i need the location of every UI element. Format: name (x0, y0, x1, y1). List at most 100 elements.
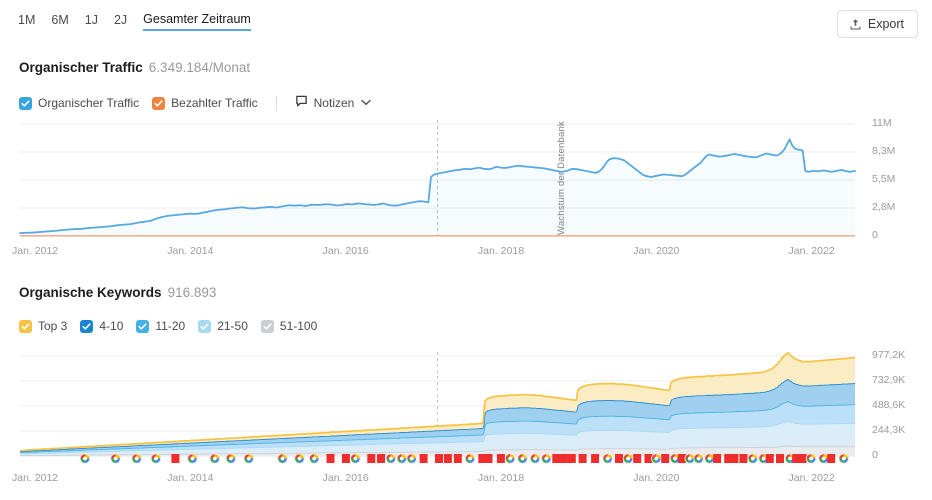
traffic-ytick-1: 2,8M (872, 201, 896, 213)
keywords-xtick-5: Jan. 2022 (788, 472, 835, 484)
traffic-ytick-2: 5,5M (872, 173, 896, 185)
organic-keywords-value: 916.893 (167, 285, 217, 300)
legend-divider (275, 95, 277, 111)
keywords-legend-item-0[interactable]: Top 3 (19, 319, 67, 333)
red-square-marker (419, 454, 428, 463)
red-square-marker (713, 454, 722, 463)
google-update-marker-track[interactable] (0, 450, 862, 468)
red-square-marker (435, 454, 443, 463)
keywords-legend-label: 4-10 (99, 319, 124, 333)
checkbox-icon[interactable] (198, 319, 212, 333)
chevron-down-icon[interactable] (361, 98, 372, 108)
google-update-marker (131, 453, 142, 464)
notes-label: Notizen (313, 96, 355, 110)
keywords-ytick-2: 488,6K (872, 399, 906, 411)
traffic-legend-item-0[interactable]: Organischer Traffic (19, 96, 139, 110)
google-update-marker (294, 453, 305, 464)
note-flag-icon (295, 95, 308, 111)
red-square-marker (776, 454, 784, 463)
red-square-marker (661, 454, 670, 463)
google-update-marker (602, 453, 613, 464)
range-tab-6m[interactable]: 6M (51, 13, 68, 30)
keywords-legend-label: 21-50 (217, 319, 248, 333)
traffic-ytick-4: 11M (872, 117, 892, 129)
range-tab-2j[interactable]: 2J (114, 13, 127, 30)
checkbox-icon[interactable] (19, 96, 32, 110)
red-square-marker (326, 454, 335, 463)
keywords-xtick-0: Jan. 2012 (12, 472, 59, 484)
red-square-marker (739, 454, 748, 463)
organic-traffic-heading: Organischer Traffic 6.349.184/Monat (19, 60, 250, 75)
checkbox-icon[interactable] (152, 96, 166, 110)
google-update-marker (396, 453, 408, 464)
upload-icon (849, 18, 862, 31)
traffic-xtick-3: Jan. 2018 (477, 245, 525, 257)
google-update-marker (225, 453, 237, 464)
organic-keywords-heading: Organische Keywords 916.893 (19, 285, 216, 300)
red-square-marker (730, 454, 739, 463)
red-square-marker (591, 454, 600, 463)
organic-traffic-value: 6.349.184/Monat (148, 60, 251, 75)
range-tab-gesamter-zeitraum[interactable]: Gesamter Zeitraum (143, 12, 251, 31)
checkbox-icon[interactable] (136, 319, 150, 333)
organic-keywords-chart[interactable] (0, 352, 862, 462)
google-update-marker (150, 453, 162, 464)
range-tab-1m[interactable]: 1M (18, 13, 35, 30)
google-update-marker (517, 453, 528, 464)
database-growth-annotation: Wachstum der Datenbank (556, 121, 567, 235)
keywords-ytick-4: 977,2K (872, 349, 906, 361)
google-update-marker (504, 453, 516, 464)
export-label: Export (867, 17, 904, 31)
google-update-marker (79, 453, 91, 464)
seo-overview-page: 1M 6M 1J 2J Gesamter Zeitraum Export Organis… (0, 0, 932, 500)
red-square-marker (798, 454, 807, 463)
traffic-legend-item-1[interactable]: Bezahlter Traffic (152, 96, 258, 110)
traffic-xtick-5: Jan. 2022 (788, 245, 835, 257)
traffic-legend-label: Organischer Traffic (38, 96, 140, 110)
red-square-marker (633, 454, 642, 463)
google-update-marker (277, 453, 288, 464)
google-update-marker (243, 453, 255, 464)
google-update-marker (805, 453, 817, 464)
keywords-legend-item-3[interactable]: 21-50 (198, 319, 248, 333)
red-square-marker (484, 454, 493, 463)
google-update-marker (650, 453, 662, 464)
traffic-legend: Organischer Traffic Bezahlter Traffic Noti… (19, 95, 372, 111)
range-tab-1j[interactable]: 1J (85, 13, 98, 30)
keywords-legend-item-4[interactable]: 51-100 (260, 319, 317, 333)
notes-dropdown[interactable]: Notizen (295, 95, 372, 111)
red-square-marker (765, 454, 774, 463)
traffic-xtick-1: Jan. 2014 (167, 245, 214, 257)
google-update-marker (838, 453, 850, 464)
google-update-marker (350, 453, 361, 464)
google-update-marker (747, 453, 759, 464)
google-update-marker (540, 453, 552, 464)
update-markers[interactable] (0, 450, 862, 468)
red-square-marker (377, 454, 385, 463)
organic-traffic-plot[interactable] (0, 118, 862, 243)
red-square-marker (827, 454, 836, 463)
red-square-marker (367, 454, 376, 463)
google-update-marker (308, 453, 320, 464)
keywords-legend-item-1[interactable]: 4-10 (80, 319, 123, 333)
red-square-marker (615, 454, 623, 463)
organic-traffic-chart[interactable] (0, 118, 862, 243)
keywords-ytick-0: 0 (872, 449, 878, 461)
checkbox-icon[interactable] (19, 319, 32, 333)
keywords-legend-label: 11-20 (155, 319, 186, 333)
traffic-xtick-4: Jan. 2020 (633, 245, 680, 257)
checkbox-icon[interactable] (80, 319, 94, 333)
organic-keywords-plot[interactable] (0, 352, 862, 462)
keywords-xtick-1: Jan. 2014 (167, 472, 214, 484)
google-update-marker (704, 453, 715, 464)
google-update-marker (385, 453, 397, 464)
red-square-marker (443, 454, 452, 463)
traffic-xtick-2: Jan. 2016 (322, 245, 369, 257)
keywords-ytick-1: 244,3K (872, 424, 906, 436)
traffic-ytick-0: 0 (872, 229, 878, 241)
traffic-xtick-0: Jan. 2012 (12, 245, 59, 257)
export-button[interactable]: Export (836, 10, 918, 38)
checkbox-icon[interactable] (260, 319, 274, 333)
traffic-ytick-3: 8,3M (872, 145, 896, 157)
keywords-legend-item-2[interactable]: 11-20 (136, 319, 185, 333)
